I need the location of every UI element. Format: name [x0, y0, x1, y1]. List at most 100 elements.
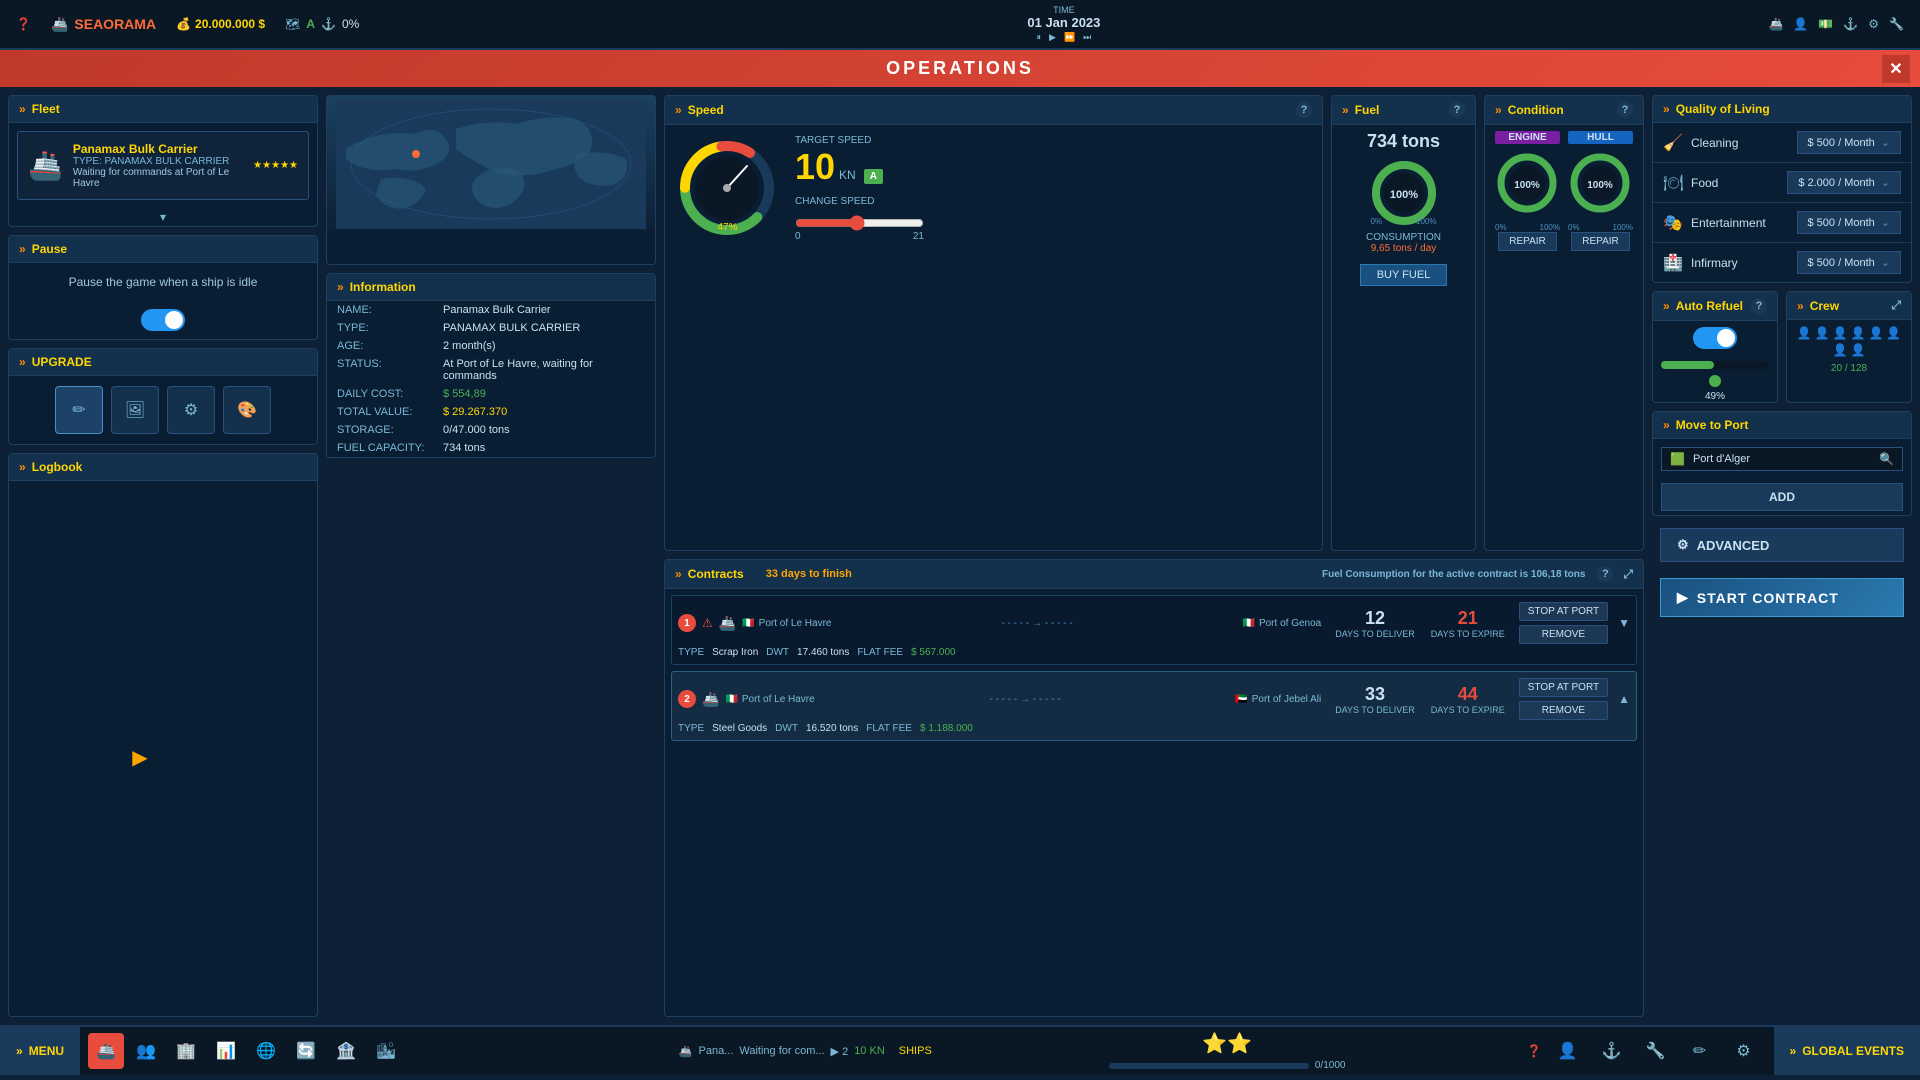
speed-range-labels: 0 21 [795, 231, 924, 242]
hull-condition: HULL 100% 0%100% REPAIR [1568, 131, 1633, 255]
crew-person-8: 👤 [1851, 343, 1866, 357]
nav-icon-settings2[interactable]: 🔧 [1889, 17, 1904, 31]
add-port-button[interactable]: ADD [1661, 483, 1903, 511]
condition-help-icon[interactable]: ? [1617, 102, 1633, 118]
infirmary-value-button[interactable]: $ 500 / Month ⌄ [1797, 251, 1902, 274]
menu-button[interactable]: » MENU [0, 1027, 80, 1075]
bottom-icon-building[interactable]: 🏢 [168, 1033, 204, 1069]
nav-icon-ship[interactable]: 🚢 [1768, 17, 1783, 31]
nav-icon-anchor[interactable]: ⚓ [1843, 17, 1858, 31]
contract-2-remove[interactable]: REMOVE [1519, 701, 1608, 720]
fuel-help-icon[interactable]: ? [1449, 102, 1465, 118]
speed-1[interactable]: ⏸ [1037, 32, 1042, 43]
bottom-icon-people[interactable]: 👥 [128, 1033, 164, 1069]
contract-2-expand[interactable]: ▲ [1618, 692, 1630, 706]
crew-person-1: 👤 [1797, 326, 1812, 340]
bottom-stars: ⭐⭐ [1202, 1031, 1252, 1056]
contract-2-stop-at-port[interactable]: STOP AT PORT [1519, 678, 1608, 697]
contracts-help-icon[interactable]: ? [1597, 566, 1613, 582]
contract-1-stop-at-port[interactable]: STOP AT PORT [1519, 602, 1608, 621]
food-icon: 🍽 [1663, 173, 1683, 193]
entertainment-value-button[interactable]: $ 500 / Month ⌄ [1797, 211, 1902, 234]
contract-1-fee: $ 567.000 [911, 647, 956, 658]
port-search-input[interactable] [1693, 453, 1875, 465]
speed-4[interactable]: ⏭ [1083, 32, 1091, 43]
upgrade-paint-button[interactable]: 🎨 [223, 386, 271, 434]
bottom-icon-city[interactable]: 🏙 [368, 1033, 404, 1069]
nav-icon-money2[interactable]: 💵 [1818, 17, 1833, 31]
port-search-container: 🟩 🔍 [1661, 447, 1903, 471]
contract-2-deliver: 33 DAYS TO DELIVER [1335, 684, 1415, 715]
bottom-right-anchor[interactable]: ⚓ [1594, 1033, 1630, 1069]
contracts-days-to-finish: 33 days to finish [766, 568, 852, 580]
bottom-question-icon[interactable]: ❓ [1527, 1044, 1542, 1058]
bottom-right-gear[interactable]: ⚙ [1726, 1033, 1762, 1069]
start-contract-button[interactable]: ▶ START CONTRACT [1660, 578, 1904, 617]
ships-label[interactable]: SHIPS [899, 1045, 932, 1057]
auto-refuel-toggle[interactable] [1693, 327, 1737, 349]
nav-icon-flag[interactable]: A [306, 17, 315, 31]
nav-icon-route[interactable]: 🗺 [285, 17, 300, 31]
contract-1-warning-icon: ⚠ [702, 616, 713, 630]
advanced-button[interactable]: ⚙ ADVANCED [1660, 528, 1904, 562]
contracts-expand-icon[interactable]: ⤢ [1623, 567, 1633, 582]
bottom-icon-globe[interactable]: 🌐 [248, 1033, 284, 1069]
ship-list-item[interactable]: 🚢 Panamax Bulk Carrier TYPE: PANAMAX BUL… [17, 131, 309, 200]
nav-icon-gear[interactable]: ⚙ [1868, 17, 1879, 31]
food-value-button[interactable]: $ 2.000 / Month ⌄ [1787, 171, 1901, 194]
bottom-right-pencil[interactable]: ✏ [1682, 1033, 1718, 1069]
entertainment-chevron-icon: ⌄ [1881, 216, 1890, 229]
crew-external-link-icon[interactable]: ⤢ [1891, 298, 1901, 313]
speed-2[interactable]: ▶ [1049, 32, 1056, 43]
auto-refuel-percent: 49% [1653, 391, 1777, 402]
infirmary-icon: 🏥 [1663, 253, 1683, 273]
crew-chevron-icon: » [1797, 299, 1804, 313]
contract-1-remove[interactable]: REMOVE [1519, 625, 1608, 644]
bottom-icon-trade[interactable]: 🔄 [288, 1033, 324, 1069]
global-events-button[interactable]: » GLOBAL EVENTS [1774, 1027, 1920, 1075]
upgrade-image-button[interactable]: 🖼 [111, 386, 159, 434]
nav-icon-person[interactable]: 👤 [1793, 17, 1808, 31]
bottom-icon-chart[interactable]: 📊 [208, 1033, 244, 1069]
fleet-expand-button[interactable]: ▾ [9, 208, 317, 226]
nav-icon-ship-count[interactable]: ⚓ [321, 17, 336, 31]
contract-1-expand[interactable]: ▼ [1618, 616, 1630, 630]
port-search-icon[interactable]: 🔍 [1879, 452, 1894, 466]
progress-bar-track [1109, 1063, 1309, 1069]
engine-repair-button[interactable]: REPAIR [1498, 232, 1557, 251]
center-column: » Information NAME: Panamax Bulk Carrier… [326, 95, 656, 1017]
information-panel: » Information NAME: Panamax Bulk Carrier… [326, 273, 656, 458]
speed-value: 10 [795, 146, 835, 188]
upgrade-edit-button[interactable]: ✏ [55, 386, 103, 434]
pause-toggle[interactable] [141, 309, 185, 331]
bottom-icon-bank[interactable]: 🏦 [328, 1033, 364, 1069]
cleaning-value-button[interactable]: $ 500 / Month ⌄ [1797, 131, 1902, 154]
info-status-row: STATUS: At Port of Le Havre, waiting for… [327, 355, 655, 385]
hull-repair-button[interactable]: REPAIR [1571, 232, 1630, 251]
start-contract-arrow-icon: ▶ [1677, 589, 1689, 606]
speed-help-icon[interactable]: ? [1296, 102, 1312, 118]
fuel-gauge-min: 0% [1371, 217, 1383, 226]
speed-content: 47% TARGET SPEED 10 KN A CHANGE SPEED [665, 125, 1322, 252]
contract-2-ship-icon: 🚢 [702, 691, 719, 708]
contract-1-deliver: 12 DAYS TO DELIVER [1335, 608, 1415, 639]
logbook-arrow-icon: ▶ [132, 745, 147, 770]
auto-refuel-help-icon[interactable]: ? [1751, 298, 1767, 314]
upgrade-settings-button[interactable]: ⚙ [167, 386, 215, 434]
contract-2-days: 33 DAYS TO DELIVER 44 DAYS TO EXPIRE [1335, 684, 1505, 715]
close-button[interactable]: ✕ [1882, 55, 1910, 83]
bottom-right-tools[interactable]: 🔧 [1638, 1033, 1674, 1069]
speed-slider[interactable] [795, 215, 924, 231]
bottom-icon-ship[interactable]: 🚢 [88, 1033, 124, 1069]
buy-fuel-button[interactable]: BUY FUEL [1360, 264, 1448, 286]
fuel-consumption-value: 9,65 tons / day [1371, 243, 1437, 254]
contract-2-top: 2 🚢 🇮🇹 Port of Le Havre - - - - - → - - … [678, 678, 1630, 720]
qol-infirmary-row: 🏥 Infirmary $ 500 / Month ⌄ [1653, 243, 1911, 282]
help-icon-nav[interactable]: ❓ [16, 17, 31, 31]
contract-2-flag-from: 🇮🇹 [725, 694, 737, 705]
speed-percent-label: 47% [717, 222, 737, 233]
auto-refuel-chevron-icon: » [1663, 299, 1670, 313]
speed-3[interactable]: ⏩ [1064, 32, 1075, 43]
logbook-panel: » Logbook ▶ [8, 453, 318, 1017]
bottom-right-person[interactable]: 👤 [1550, 1033, 1586, 1069]
